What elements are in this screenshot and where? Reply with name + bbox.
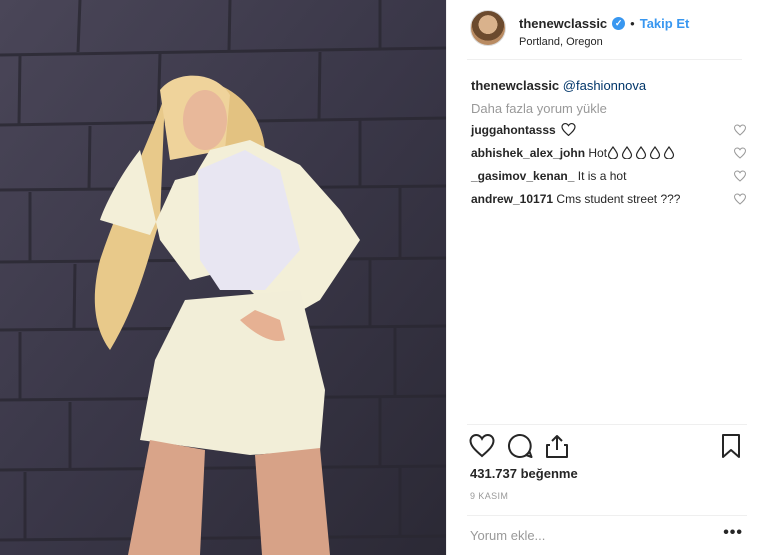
verified-badge-icon: ✓	[612, 17, 626, 30]
comment-icon[interactable]	[507, 433, 533, 459]
caption-mention[interactable]: @fashionnova	[563, 78, 646, 93]
post-side-panel: thenewclassic ✓ • Takip Et Portland, Ore…	[446, 0, 757, 555]
comment-username[interactable]: andrew_10171	[471, 192, 553, 206]
share-icon[interactable]	[544, 433, 570, 459]
comment-username[interactable]: juggahontasss	[471, 123, 556, 137]
post-actions: 431.737 beğenme 9 KASIM	[467, 424, 747, 514]
header-username[interactable]: thenewclassic	[519, 16, 607, 31]
comment-item: andrew_10171 Cms student street ???	[471, 192, 746, 215]
comment-item: _gasimov_kenan_ It is a hot	[471, 169, 746, 192]
likes-count[interactable]: 431.737 beğenme	[470, 466, 578, 481]
heart-icon[interactable]	[469, 433, 495, 459]
comment-like-heart-icon[interactable]	[734, 193, 746, 205]
post-photo[interactable]	[0, 0, 446, 555]
post-header: thenewclassic ✓ • Takip Et Portland, Ore…	[467, 6, 742, 60]
post-caption: thenewclassic @fashionnova	[471, 78, 746, 98]
comment-like-heart-icon[interactable]	[734, 147, 746, 159]
follow-button[interactable]: Takip Et	[640, 16, 690, 31]
comment-item: juggahontasss	[471, 122, 746, 146]
comment-item: abhishek_alex_john Hot	[471, 145, 746, 169]
add-comment-bar: •••	[467, 515, 747, 555]
model-figure	[94, 75, 360, 555]
comment-username[interactable]: abhishek_alex_john	[471, 146, 585, 160]
droplet-emoji-group	[607, 145, 679, 162]
load-more-comments-button[interactable]: Daha fazla yorum yükle	[471, 101, 746, 123]
more-options-icon[interactable]: •••	[723, 524, 743, 542]
comment-text: Hot	[588, 146, 608, 160]
comment-input[interactable]	[470, 524, 700, 546]
location-link[interactable]: Portland, Oregon	[519, 36, 603, 48]
comment-like-heart-icon[interactable]	[734, 124, 746, 136]
comment-text: It is a hot	[577, 169, 627, 183]
separator-dot: •	[630, 16, 635, 31]
caption-username[interactable]: thenewclassic	[471, 78, 559, 93]
comments-list: thenewclassic @fashionnova Daha fazla yo…	[471, 78, 746, 215]
heart-outline-icon	[561, 122, 576, 137]
comment-like-heart-icon[interactable]	[734, 170, 746, 182]
comment-username[interactable]: _gasimov_kenan_	[471, 169, 574, 183]
droplet-icon	[607, 145, 675, 160]
avatar[interactable]	[470, 10, 506, 46]
bookmark-icon[interactable]	[718, 433, 744, 459]
comment-text: Cms student street ???	[556, 192, 681, 206]
header-user-line: thenewclassic ✓ • Takip Et	[519, 16, 689, 31]
post-date: 9 KASIM	[470, 491, 509, 501]
